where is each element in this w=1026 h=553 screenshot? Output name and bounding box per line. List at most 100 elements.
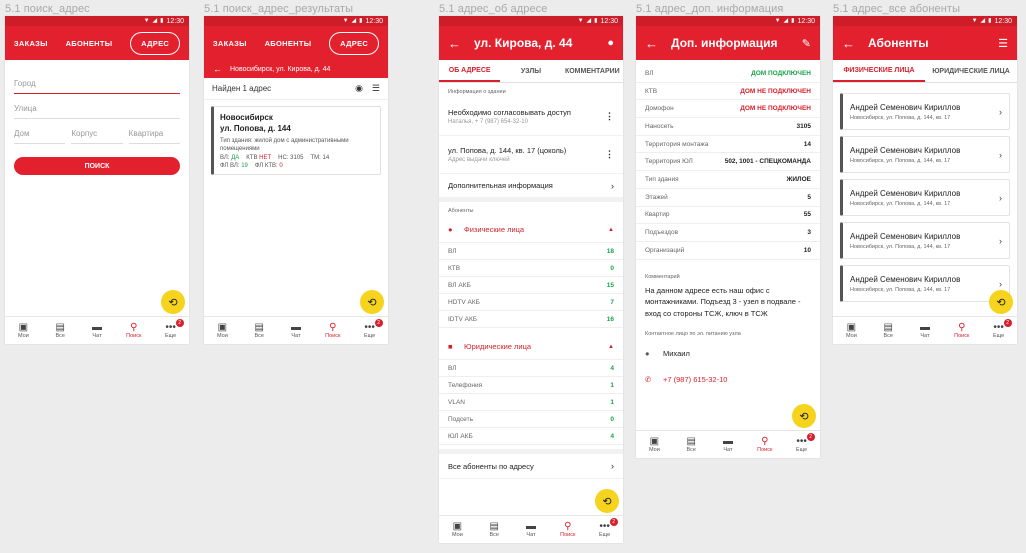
- info-row: Территория монтажа 14: [636, 136, 820, 154]
- edit-icon[interactable]: ✎: [802, 37, 811, 50]
- filter-icon[interactable]: ☰: [998, 37, 1008, 50]
- tab-about[interactable]: ОБ АДРЕСЕ: [439, 60, 501, 82]
- stat-fl-ktv-value: 0: [279, 163, 283, 169]
- info-list: ВЛ ДОМ ПОДКЛЮЧЕН КТВ ДОМ НЕ ПОДКЛЮЧЕН Домофо…: [636, 65, 820, 260]
- nav-search[interactable]: ⚲ Поиск: [943, 317, 980, 344]
- nav-all[interactable]: ▤ Все: [870, 317, 907, 344]
- address-result-card[interactable]: Новосибирск ул. Попова, д. 144 Тип здани…: [211, 106, 381, 175]
- nav-search[interactable]: ⚲ Поиск: [746, 431, 783, 458]
- additional-info-row[interactable]: Дополнительная информация ›: [439, 174, 623, 202]
- nav-more[interactable]: ••• Еще 2: [783, 431, 820, 458]
- nav-my[interactable]: ▣ Мои: [5, 317, 42, 344]
- subscriber-card[interactable]: Андрей Семенович Кириллов Новосибирск, ул…: [840, 136, 1010, 173]
- nav-my-label: Мои: [18, 333, 29, 339]
- nav-chat[interactable]: ▬ Чат: [79, 317, 116, 344]
- back-arrow-icon[interactable]: ←: [213, 64, 222, 74]
- nav-all[interactable]: ▤ Все: [673, 431, 710, 458]
- nav-my[interactable]: ▣ Мои: [439, 516, 476, 543]
- legal-entities-header[interactable]: ■ Юридические лица ▲: [439, 334, 623, 360]
- stat-row: Телефония 1: [439, 377, 623, 394]
- keys-address-title: ул. Попова, д. 144, кв. 17 (цоколь): [448, 146, 567, 155]
- stat-row: IDTV АКБ 16: [439, 311, 623, 328]
- stat-value: 4: [610, 364, 614, 372]
- subscriber-card[interactable]: Андрей Семенович Кириллов Новосибирск, ул…: [840, 222, 1010, 259]
- subscriber-card[interactable]: Андрей Семенович Кириллов Новосибирск, ул…: [840, 93, 1010, 130]
- tab-orders[interactable]: ЗАКАЗЫ: [14, 39, 48, 48]
- nav-search[interactable]: ⚲ Поиск: [314, 317, 351, 344]
- history-fab[interactable]: ⟲: [989, 290, 1013, 314]
- corpus-input[interactable]: Корпус: [71, 119, 123, 144]
- subscriber-card[interactable]: Андрей Семенович Кириллов Новосибирск, ул…: [840, 265, 1010, 302]
- keys-address-row[interactable]: ул. Попова, д. 144, кв. 17 (цоколь) Адрес…: [439, 136, 623, 174]
- nav-all[interactable]: ▤ Все: [476, 516, 513, 543]
- wifi-icon: ▼: [342, 18, 349, 24]
- info-value: 55: [803, 211, 811, 219]
- tab-orders[interactable]: ЗАКАЗЫ: [213, 39, 247, 48]
- filter-icon[interactable]: ☰: [372, 83, 380, 94]
- stat-vl: ВЛ: ДА: [220, 155, 239, 161]
- nav-chat[interactable]: ▬ Чат: [710, 431, 747, 458]
- city-input[interactable]: Город: [14, 69, 180, 94]
- physical-persons-header[interactable]: ● Физические лица ▲: [439, 217, 623, 243]
- search-button[interactable]: ПОИСК: [14, 157, 180, 175]
- tab-comments[interactable]: КОММЕНТАРИИ: [562, 60, 623, 82]
- nav-chat[interactable]: ▬ Чат: [513, 516, 550, 543]
- all-subscribers-row[interactable]: Все абоненты по адресу ›: [439, 449, 623, 479]
- signal-icon: ◢: [980, 18, 986, 24]
- nav-all[interactable]: ▤ Все: [241, 317, 278, 344]
- nav-search[interactable]: ⚲ Поиск: [115, 317, 152, 344]
- street-input[interactable]: Улица: [14, 94, 180, 119]
- more-vertical-icon[interactable]: ⋮: [605, 111, 614, 122]
- history-fab[interactable]: ⟲: [595, 489, 619, 513]
- nav-more[interactable]: ••• Еще 2: [586, 516, 623, 543]
- tab-legal[interactable]: ЮРИДИЧЕСКИЕ ЛИЦА: [925, 60, 1017, 82]
- nav-chat[interactable]: ▬ Чат: [278, 317, 315, 344]
- contact-phone[interactable]: +7 (987) 615-32-10: [663, 375, 727, 384]
- person-icon: ▣: [217, 322, 228, 333]
- nav-all[interactable]: ▤ Все: [42, 317, 79, 344]
- tab-physical[interactable]: ФИЗИЧЕСКИЕ ЛИЦА: [833, 60, 925, 82]
- house-input[interactable]: Дом: [14, 119, 66, 144]
- history-fab[interactable]: ⟲: [360, 290, 384, 314]
- stat-label: VLAN: [448, 398, 465, 406]
- person-icon: ●: [448, 225, 453, 234]
- nav-search[interactable]: ⚲ Поиск: [549, 516, 586, 543]
- flat-input[interactable]: Квартира: [128, 119, 180, 144]
- tab-subscribers[interactable]: АБОНЕНТЫ: [265, 39, 312, 48]
- briefcase-icon: ■: [448, 342, 453, 351]
- location-pin-icon[interactable]: ●: [607, 37, 614, 49]
- info-row: Организаций 10: [636, 242, 820, 260]
- back-arrow-icon[interactable]: ←: [448, 36, 466, 51]
- access-note-row[interactable]: Необходимо согласовывать доступ Наталья, …: [439, 98, 623, 136]
- subscriber-card[interactable]: Андрей Семенович Кириллов Новосибирск, ул…: [840, 179, 1010, 216]
- nav-more[interactable]: ••• Еще 2: [152, 317, 189, 344]
- bottom-nav: ▣ Мои ▤ Все ▬ Чат ⚲ Поиск ••• Еще 2: [5, 316, 189, 344]
- stat-label: Подсеть: [448, 415, 473, 423]
- nav-my[interactable]: ▣ Мои: [636, 431, 673, 458]
- stat-row: ЮЛ АКБ 4: [439, 428, 623, 445]
- nav-my[interactable]: ▣ Мои: [833, 317, 870, 344]
- tab-subscribers[interactable]: АБОНЕНТЫ: [66, 39, 113, 48]
- tab-nodes[interactable]: УЗЛЫ: [500, 60, 561, 82]
- location-icon[interactable]: ◉: [355, 83, 363, 94]
- back-arrow-icon[interactable]: ←: [842, 36, 860, 51]
- frame-title-4: 5.1 адрес_доп. информация: [636, 3, 784, 15]
- nav-more[interactable]: ••• Еще 2: [351, 317, 388, 344]
- history-fab[interactable]: ⟲: [792, 404, 816, 428]
- info-value: 502, 1001 - СПЕЦКОМАНДА: [724, 158, 811, 166]
- stat-label: КТВ: [448, 264, 461, 272]
- nav-more[interactable]: ••• Еще 2: [980, 317, 1017, 344]
- history-fab[interactable]: ⟲: [161, 290, 185, 314]
- more-vertical-icon[interactable]: ⋮: [605, 149, 614, 160]
- contact-phone-row[interactable]: ✆ +7 (987) 615-32-10: [636, 366, 820, 392]
- tab-address[interactable]: АДРЕС: [329, 31, 380, 55]
- nav-chat[interactable]: ▬ Чат: [907, 317, 944, 344]
- nav-my[interactable]: ▣ Мои: [204, 317, 241, 344]
- access-note-contact: Наталья, + 7 (987) 654-32-10: [448, 119, 528, 125]
- back-arrow-icon[interactable]: ←: [645, 36, 663, 51]
- chevron-right-icon: ›: [611, 180, 614, 191]
- tab-address[interactable]: АДРЕС: [130, 31, 181, 55]
- stat-value: 18: [606, 247, 614, 255]
- info-value: ЖИЛОЕ: [786, 175, 812, 183]
- info-value: 14: [803, 140, 811, 148]
